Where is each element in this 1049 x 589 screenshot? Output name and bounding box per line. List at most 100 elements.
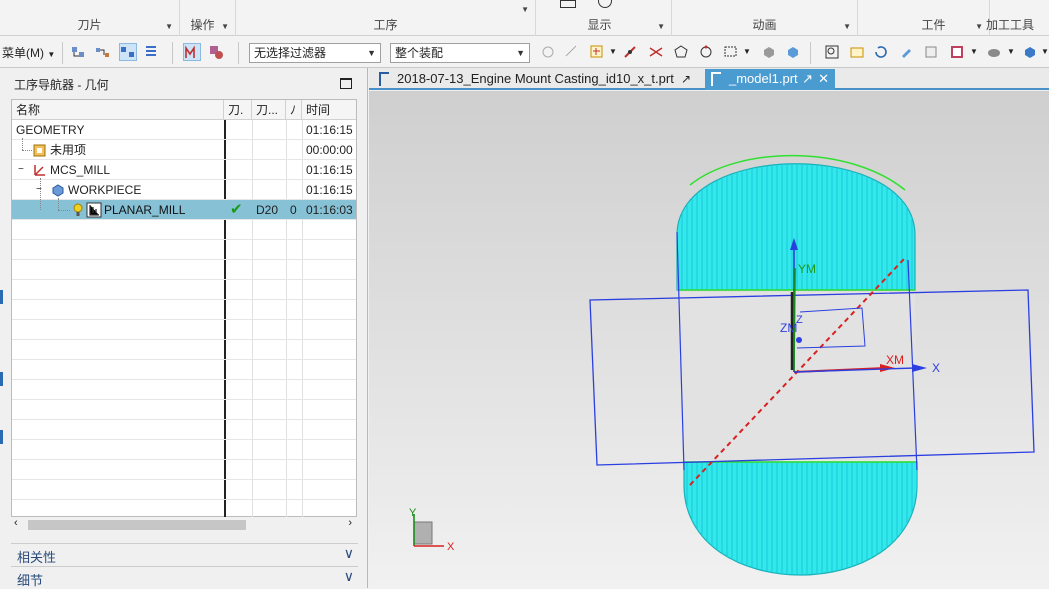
column-header-tool-change[interactable]: 刀. — [224, 100, 252, 120]
dependencies-panel[interactable]: 相关性 ∨ — [11, 543, 358, 565]
node-time: 01:16:15 — [306, 183, 353, 197]
select-box-icon[interactable] — [722, 43, 740, 61]
chevron-down-icon[interactable]: ▼ — [743, 47, 751, 56]
view-cube-icon[interactable] — [1021, 43, 1039, 61]
lightbulb-icon — [70, 202, 86, 218]
ribbon-group-blade[interactable]: 刀片 ▼ — [0, 0, 180, 36]
chevron-down-icon[interactable]: ▼ — [521, 5, 529, 14]
node-name: MCS_MILL — [50, 163, 111, 177]
ribbon-group-label: 加工工具 — [986, 18, 1035, 32]
part-file-icon — [379, 72, 389, 86]
shaded-icon[interactable] — [985, 43, 1003, 61]
rotate-icon[interactable] — [872, 43, 890, 61]
menu-button[interactable]: 菜单(M) ▼ — [2, 44, 55, 61]
display-icon[interactable] — [560, 0, 576, 8]
maximize-icon[interactable] — [340, 78, 352, 89]
chevron-down-icon[interactable]: ▼ — [1007, 47, 1015, 56]
collapse-toggle-icon[interactable]: − — [18, 160, 24, 180]
orient-view-icon[interactable] — [922, 43, 940, 61]
empty-row — [12, 480, 356, 500]
snap-quadrant-icon[interactable] — [697, 43, 715, 61]
chevron-down-icon[interactable]: ▼ — [221, 22, 229, 31]
empty-row — [12, 340, 356, 360]
tree-row-workpiece[interactable]: − WORKPIECE 01:16:15 — [12, 180, 356, 200]
solid-body-icon[interactable] — [760, 43, 778, 61]
part-file-icon — [711, 72, 721, 86]
chevron-down-icon[interactable]: ▼ — [1041, 47, 1049, 56]
chevron-down-icon[interactable]: ∨ — [344, 545, 354, 562]
close-icon[interactable]: ✕ — [818, 69, 829, 89]
generate-toolpath-icon[interactable] — [183, 43, 201, 61]
column-header-time[interactable]: 时间 — [302, 100, 356, 120]
tree-row-geometry[interactable]: GEOMETRY 01:16:15 — [12, 120, 356, 140]
empty-row — [12, 380, 356, 400]
folder-icon — [32, 142, 48, 158]
chevron-down-icon: ▼ — [367, 48, 376, 58]
ribbon-group-animation[interactable]: 动画 ▼ — [672, 0, 858, 36]
tab-label: 2018-07-13_Engine Mount Casting_id10_x_t… — [397, 71, 674, 86]
workpiece-icon — [50, 182, 66, 198]
coordinate-system-icon — [32, 162, 48, 178]
column-header-name[interactable]: 名称 — [12, 100, 224, 120]
snap-center-icon[interactable] — [672, 43, 690, 61]
graphics-window[interactable]: YM XM ZM Z X Y X — [369, 91, 1049, 588]
horizontal-scrollbar[interactable]: ‹ › — [12, 517, 356, 533]
snap-intersect-icon[interactable] — [647, 43, 665, 61]
program-order-icon[interactable] — [70, 43, 88, 61]
ribbon-group-workpiece[interactable]: 工件 ▼ — [858, 0, 990, 36]
scroll-right-icon[interactable]: › — [348, 517, 352, 529]
circle-icon[interactable] — [598, 0, 612, 8]
ribbon-group-label: 显示 — [587, 18, 612, 32]
view-triad-cube — [413, 521, 433, 545]
assembly-scope-dropdown[interactable]: 整个装配 ▼ — [390, 43, 530, 63]
node-tool: D20 — [256, 203, 279, 217]
ribbon-group-process[interactable]: 工序 ▼ — [236, 0, 536, 36]
snap-end-icon[interactable] — [563, 43, 581, 61]
tab-engine-mount[interactable]: 2018-07-13_Engine Mount Casting_id10_x_t… — [373, 69, 703, 90]
ribbon-group-machining-tools[interactable]: 加工工具 — [986, 0, 1049, 36]
details-panel[interactable]: 细节 ∨ — [11, 566, 358, 588]
column-header-tool[interactable]: 刀... — [252, 100, 286, 120]
tab-model1[interactable]: _model1.prt ↗ ✕ — [705, 69, 835, 90]
column-header-number[interactable]: ﾉ — [286, 100, 302, 120]
ribbon-group-operation[interactable]: 操作 ▼ — [180, 0, 236, 36]
snap-mid-icon[interactable] — [588, 43, 606, 61]
scroll-left-icon[interactable]: ‹ — [14, 517, 18, 529]
verify-toolpath-icon[interactable] — [207, 43, 225, 61]
empty-row — [12, 360, 356, 380]
pan-icon[interactable] — [898, 43, 916, 61]
ribbon-group-label: 刀片 — [77, 18, 102, 32]
empty-row — [12, 320, 356, 340]
empty-row — [12, 280, 356, 300]
empty-row — [12, 300, 356, 320]
tree-row-mcs-mill[interactable]: − MCS_MILL 01:16:15 — [12, 160, 356, 180]
ribbon: 刀片 ▼ 操作 ▼ 工序 ▼ 显示 ▼ 动画 ▼ 工件 ▼ 加工工具 — [0, 0, 1049, 36]
fit-view-icon[interactable] — [823, 43, 841, 61]
empty-row — [12, 220, 356, 240]
tree-connector — [40, 178, 41, 210]
scrollbar-thumb[interactable] — [28, 520, 246, 530]
panel-label: 相关性 — [17, 550, 57, 565]
chevron-down-icon[interactable]: ▼ — [657, 22, 665, 31]
node-time: 01:16:03 — [306, 203, 353, 217]
zoom-window-icon[interactable] — [848, 43, 866, 61]
snap-point-icon[interactable] — [539, 43, 557, 61]
chevron-down-icon[interactable]: ▼ — [970, 47, 978, 56]
chevron-down-icon[interactable]: ▼ — [975, 22, 983, 31]
ym-axis-label: YM — [798, 262, 816, 276]
machine-tool-icon[interactable] — [94, 43, 112, 61]
render-style-icon[interactable] — [948, 43, 966, 61]
selection-filter-dropdown[interactable]: 无选择过滤器 ▼ — [249, 43, 381, 63]
chevron-down-icon: ▼ — [516, 48, 525, 58]
tree-row-unused-items[interactable]: 未用项 00:00:00 — [12, 140, 356, 160]
model-view[interactable]: YM XM ZM Z X Y X — [369, 91, 1049, 588]
geometry-view-icon[interactable] — [119, 43, 137, 61]
component-icon[interactable] — [784, 43, 802, 61]
chevron-down-icon[interactable]: ∨ — [344, 568, 354, 585]
method-view-icon[interactable] — [143, 43, 161, 61]
chevron-down-icon[interactable]: ▼ — [843, 22, 851, 31]
ribbon-group-display[interactable]: 显示 ▼ — [548, 0, 672, 36]
snap-control-icon[interactable] — [621, 43, 639, 61]
chevron-down-icon[interactable]: ▼ — [609, 47, 617, 56]
node-name: PLANAR_MILL — [104, 203, 186, 217]
